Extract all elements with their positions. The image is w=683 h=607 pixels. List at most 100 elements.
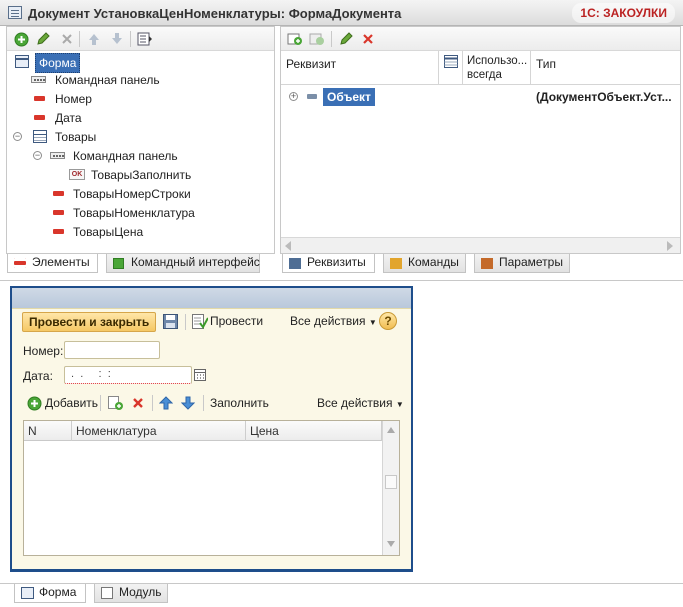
expand-icon[interactable]: + xyxy=(289,92,298,101)
add-row-button[interactable]: Добавить xyxy=(45,396,98,410)
attribute-icon xyxy=(307,94,317,99)
post-button[interactable]: Провести xyxy=(210,314,263,328)
help-button[interactable]: ? xyxy=(379,312,397,330)
all-actions-menu[interactable]: Все действия ▼ xyxy=(290,314,377,328)
add-icon[interactable] xyxy=(13,31,29,47)
post-icon[interactable] xyxy=(192,314,209,329)
add-attribute-column-icon[interactable] xyxy=(309,31,325,47)
number-field[interactable] xyxy=(64,341,160,359)
number-label: Номер: xyxy=(23,344,64,358)
column-icon[interactable] xyxy=(439,51,463,85)
toolbar-separator xyxy=(203,395,204,411)
parameters-tab-icon xyxy=(481,258,493,269)
scroll-thumb[interactable] xyxy=(385,475,397,489)
tree-item-goods-fill[interactable]: OK ТоварыЗаполнить xyxy=(69,166,269,184)
tab-form[interactable]: Форма xyxy=(14,584,86,603)
edit-pencil-icon[interactable] xyxy=(35,31,51,47)
column-nomenclature[interactable]: Номенклатура xyxy=(72,421,246,441)
tab-label: Реквизиты xyxy=(307,255,366,269)
form-icon xyxy=(15,55,29,68)
table-icon xyxy=(33,130,47,143)
attributes-scrollbar[interactable] xyxy=(281,237,680,253)
attributes-tab-icon xyxy=(289,258,301,269)
column-type[interactable]: Тип xyxy=(531,51,680,85)
field-icon xyxy=(53,229,64,234)
tree-item-form[interactable]: Форма xyxy=(13,53,133,73)
toolbar-separator xyxy=(152,395,153,411)
collapse-icon[interactable]: − xyxy=(33,151,42,160)
column-price[interactable]: Цена xyxy=(246,421,382,441)
delete-icon[interactable] xyxy=(59,31,75,47)
tab-commands[interactable]: Команды xyxy=(383,254,466,273)
tab-label: Команды xyxy=(408,255,459,269)
tab-label: Модуль xyxy=(119,585,162,599)
column-n[interactable]: N xyxy=(24,421,72,441)
tree-item-goods-line-number[interactable]: ТоварыНомерСтроки xyxy=(50,185,250,203)
move-up-icon[interactable] xyxy=(158,396,174,410)
tab-module[interactable]: Модуль xyxy=(94,584,168,603)
column-attribute[interactable]: Реквизит xyxy=(281,51,439,85)
scroll-down-icon[interactable] xyxy=(387,541,395,547)
tab-command-interface[interactable]: Командный интерфейс xyxy=(106,254,260,273)
toolbar-separator xyxy=(331,31,332,47)
tree-item-goods-command-panel[interactable]: − Командная панель xyxy=(33,147,233,165)
attributes-panel: Реквизит Использо... всегда Тип + Объект… xyxy=(280,26,681,254)
window-title: Документ УстановкаЦенНоменклатуры: Форма… xyxy=(28,6,402,21)
panel-divider xyxy=(0,280,683,281)
delete-icon[interactable] xyxy=(360,31,376,47)
fill-button[interactable]: Заполнить xyxy=(210,396,269,410)
tree-item-command-panel[interactable]: Командная панель xyxy=(31,71,231,89)
attribute-row-object[interactable]: + Объект (ДокументОбъект.Уст... xyxy=(281,87,680,107)
copy-row-icon[interactable] xyxy=(108,396,124,411)
goods-table-header: N Номенклатура Цена xyxy=(24,421,399,441)
field-icon xyxy=(53,210,64,215)
date-field[interactable]: . . : : xyxy=(64,366,192,384)
table-icon xyxy=(444,55,458,68)
tab-elements[interactable]: Элементы xyxy=(7,254,98,273)
field-icon xyxy=(34,115,45,120)
all-actions-label: Все действия xyxy=(290,314,366,328)
move-down-icon[interactable] xyxy=(180,396,196,410)
tree-item-label: Командная панель xyxy=(55,73,160,87)
tree-item-label: ТоварыНомерСтроки xyxy=(73,187,191,201)
tree-item-number[interactable]: Номер xyxy=(31,90,231,108)
tree-item-goods-price[interactable]: ТоварыЦена xyxy=(50,223,250,241)
tree-item-label: ТоварыЦена xyxy=(73,225,144,239)
tree-item-goods-nomenclature[interactable]: ТоварыНоменклатура xyxy=(50,204,250,222)
tab-label: Командный интерфейс xyxy=(131,255,260,269)
tab-parameters[interactable]: Параметры xyxy=(474,254,570,273)
tab-attributes[interactable]: Реквизиты xyxy=(282,254,375,273)
delete-row-icon[interactable] xyxy=(132,397,144,409)
tree-item-label: Форма xyxy=(35,53,81,73)
scroll-left-icon[interactable] xyxy=(285,241,291,251)
add-attribute-icon[interactable] xyxy=(287,31,303,47)
title-bar: Документ УстановкаЦенНоменклатуры: Форма… xyxy=(0,0,683,26)
calendar-icon[interactable] xyxy=(194,368,206,381)
column-use-always[interactable]: Использо... всегда xyxy=(463,51,531,85)
scroll-right-icon[interactable] xyxy=(667,241,673,251)
form-window-icon xyxy=(8,6,22,19)
collapse-icon[interactable]: − xyxy=(13,132,22,141)
tree-item-goods[interactable]: − Товары xyxy=(13,128,213,146)
attribute-type: (ДокументОбъект.Уст... xyxy=(536,90,672,104)
goods-table[interactable]: N Номенклатура Цена xyxy=(23,420,400,556)
tree-item-label: Товары xyxy=(55,130,97,144)
properties-icon[interactable] xyxy=(137,31,153,47)
form-tab-icon xyxy=(21,587,34,599)
table-scrollbar[interactable] xyxy=(382,421,399,555)
tree-item-date[interactable]: Дата xyxy=(31,109,231,127)
move-down-icon[interactable] xyxy=(109,31,125,47)
commands-tab-icon xyxy=(390,258,402,269)
all-actions-label: Все действия xyxy=(317,396,393,410)
field-icon xyxy=(53,191,64,196)
command-panel-icon xyxy=(50,152,65,159)
add-row-icon[interactable] xyxy=(27,396,42,411)
post-and-close-button[interactable]: Провести и закрыть xyxy=(22,312,157,332)
edit-pencil-icon[interactable] xyxy=(338,31,354,47)
column-label: Реквизит xyxy=(286,57,337,71)
move-up-icon[interactable] xyxy=(86,31,102,47)
scroll-up-icon[interactable] xyxy=(387,427,395,433)
dropdown-arrow-icon: ▼ xyxy=(395,400,404,409)
save-icon[interactable] xyxy=(163,314,178,329)
table-all-actions-menu[interactable]: Все действия ▼ xyxy=(317,396,404,410)
